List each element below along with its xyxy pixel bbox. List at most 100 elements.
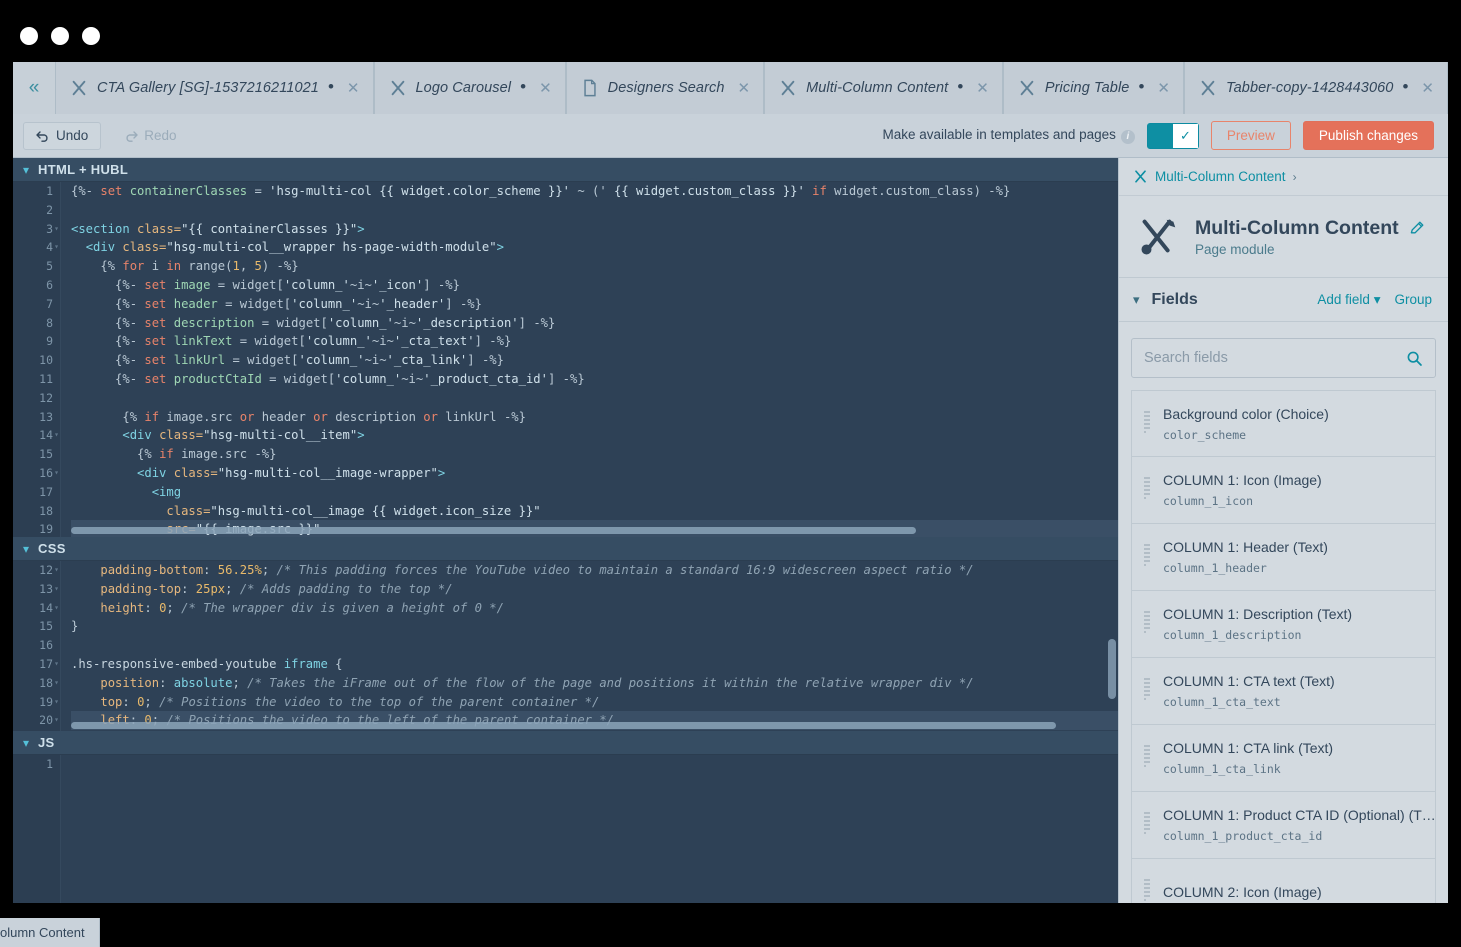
window-maximize-dot[interactable] (82, 27, 100, 45)
code-line: class="hsg-multi-col__image {{ widget.ic… (166, 503, 541, 518)
undo-button[interactable]: Undo (23, 121, 102, 150)
tab-0[interactable]: CTA Gallery [SG]-1537216211021 • ✕ (55, 62, 374, 114)
chevron-down-icon[interactable]: ▾ (1133, 292, 1140, 308)
field-row[interactable]: Background color (Choice) color_scheme (1131, 390, 1436, 457)
fold-toggle-icon[interactable]: ▾ (54, 580, 59, 599)
code-line: padding-top: 25px; /* Adds padding to th… (100, 581, 453, 596)
drag-handle-icon[interactable] (1144, 410, 1151, 437)
drag-handle-icon[interactable] (1144, 477, 1151, 503)
drag-handle-icon[interactable] (1144, 812, 1151, 838)
field-row[interactable]: COLUMN 1: Product CTA ID (Optional) (T… c… (1131, 792, 1436, 859)
chevron-right-icon: › (1292, 169, 1297, 184)
tab-modified-indicator: • (520, 76, 527, 96)
pane-header-js[interactable]: ▾ JS (13, 731, 1118, 755)
fold-toggle-icon[interactable]: ▾ (54, 561, 59, 580)
tab-1[interactable]: Logo Carousel • ✕ (373, 62, 566, 114)
html-horizontal-scrollbar[interactable] (71, 527, 916, 534)
window-minimize-dot[interactable] (51, 27, 69, 45)
code-line: height: 0; /* The wrapper div is given a… (100, 600, 504, 615)
tab-close-icon[interactable]: ✕ (1421, 79, 1434, 97)
field-label: COLUMN 1: Header (Text) (1163, 539, 1328, 555)
tab-close-icon[interactable]: ✕ (347, 79, 360, 97)
field-row[interactable]: COLUMN 1: CTA text (Text) column_1_cta_te… (1131, 658, 1436, 725)
tab-3[interactable]: Multi-Column Content • ✕ (764, 62, 1003, 114)
preview-label: Preview (1226, 128, 1275, 143)
group-button[interactable]: Group (1394, 292, 1432, 307)
fields-title: Fields (1151, 290, 1198, 308)
fold-toggle-icon[interactable]: ▾ (54, 655, 59, 674)
search-fields-container (1119, 322, 1448, 390)
tab-close-icon[interactable]: ✕ (976, 79, 989, 97)
window-close-dot[interactable] (20, 27, 38, 45)
search-input[interactable] (1144, 350, 1406, 366)
breadcrumb-label[interactable]: Multi-Column Content (1155, 169, 1286, 184)
tab-5[interactable]: Tabber-copy-1428443060 • ✕ (1183, 62, 1448, 114)
html-code-area[interactable]: 1 2 3 ▾ 4 ▾ 5 6 7 8 9 10 11 12 13 14 ▾ 15 16 ▾ 17 18 19 {%- se… (13, 182, 1118, 537)
preview-button[interactable]: Preview (1210, 121, 1291, 150)
line-number: 19 ▾ (13, 693, 60, 712)
line-number: 13 (39, 409, 53, 424)
tab-label: Logo Carousel (415, 80, 512, 96)
publish-changes-button[interactable]: Publish changes (1302, 121, 1434, 150)
fold-toggle-icon[interactable]: ▾ (54, 220, 59, 239)
pane-header-css[interactable]: ▾ CSS (13, 537, 1118, 561)
fold-toggle-icon[interactable]: ▾ (54, 674, 59, 693)
drag-handle-icon[interactable] (1144, 678, 1151, 704)
tab-2[interactable]: Designers Search ✕ (565, 62, 765, 114)
line-number: 12 (39, 390, 53, 405)
toggle-knob: ✓ (1172, 123, 1198, 148)
drag-handle-icon[interactable] (1144, 611, 1151, 637)
code-line: .hs-responsive-embed-youtube iframe { (71, 656, 343, 671)
tab-4[interactable]: Pricing Table • ✕ (1002, 62, 1184, 114)
toggle-track (1147, 123, 1173, 148)
pencil-icon[interactable] (1409, 220, 1425, 236)
fields-section-header: ▾ Fields Add field ▾ Group (1119, 278, 1448, 322)
fold-toggle-icon[interactable]: ▾ (54, 711, 59, 730)
tab-label: CTA Gallery [SG]-1537216211021 (97, 80, 319, 96)
line-number: 14 ▾ (13, 426, 60, 445)
tab-close-icon[interactable]: ✕ (539, 79, 552, 97)
search-fields-box[interactable] (1131, 338, 1436, 378)
app-window: « CTA Gallery [SG]-1537216211021 • ✕ Logo C… (0, 0, 1461, 947)
tab-close-icon[interactable]: ✕ (1157, 79, 1170, 97)
drag-handle-icon[interactable] (1144, 544, 1151, 570)
add-field-button[interactable]: Add field ▾ (1317, 292, 1380, 308)
code-line: {% if image.src -%} (71, 447, 277, 462)
field-label: Background color (Choice) (1163, 405, 1329, 422)
css-vertical-scrollbar[interactable] (1108, 639, 1116, 699)
drag-handle-icon[interactable] (1144, 745, 1151, 771)
css-code-area[interactable]: 12 ▾ 13 ▾ 14 ▾ 15 16 17 ▾ 18 ▾ 19 ▾ 20 ▾ padding-bottom… (13, 561, 1118, 731)
redo-button[interactable]: Redo (111, 122, 189, 150)
fold-toggle-icon[interactable]: ▾ (54, 693, 59, 712)
publish-label: Publish changes (1318, 128, 1418, 143)
pane-header-html[interactable]: ▾ HTML + HUBL (13, 158, 1118, 182)
fold-toggle-icon[interactable]: ▾ (54, 464, 59, 483)
undo-icon (36, 130, 48, 142)
field-row[interactable]: COLUMN 1: Icon (Image) column_1_icon (1131, 457, 1436, 524)
field-row[interactable]: COLUMN 1: Header (Text) column_1_header (1131, 524, 1436, 591)
fold-toggle-icon[interactable]: ▾ (54, 599, 59, 618)
availability-toggle[interactable]: ✓ (1146, 122, 1199, 149)
breadcrumb[interactable]: Multi-Column Content › (1119, 158, 1448, 196)
tab-close-icon[interactable]: ✕ (738, 79, 751, 97)
collapse-sidebar-button[interactable]: « (13, 62, 55, 114)
code-line: top: 0; /* Positions the video to the to… (100, 694, 600, 709)
code-line: {% for i in range(1, 5) -%} (71, 259, 299, 274)
field-variable-name: color_scheme (1163, 427, 1247, 442)
fields-list: Background color (Choice) color_scheme COL… (1119, 390, 1448, 926)
line-number: 4 ▾ (13, 238, 60, 257)
search-icon[interactable] (1406, 350, 1423, 367)
fold-toggle-icon[interactable]: ▾ (54, 238, 59, 257)
tools-icon (1141, 219, 1176, 254)
css-horizontal-scrollbar[interactable] (71, 722, 1056, 729)
info-icon[interactable]: i (1120, 129, 1135, 144)
field-row[interactable]: COLUMN 1: CTA link (Text) column_1_cta_li… (1131, 725, 1436, 792)
fold-toggle-icon[interactable]: ▾ (54, 426, 59, 445)
module-icon (1201, 80, 1215, 96)
field-row[interactable]: COLUMN 1: Description (Text) column_1_des… (1131, 591, 1436, 658)
drag-handle-icon[interactable] (1144, 879, 1151, 905)
line-number: 10 (39, 353, 53, 368)
